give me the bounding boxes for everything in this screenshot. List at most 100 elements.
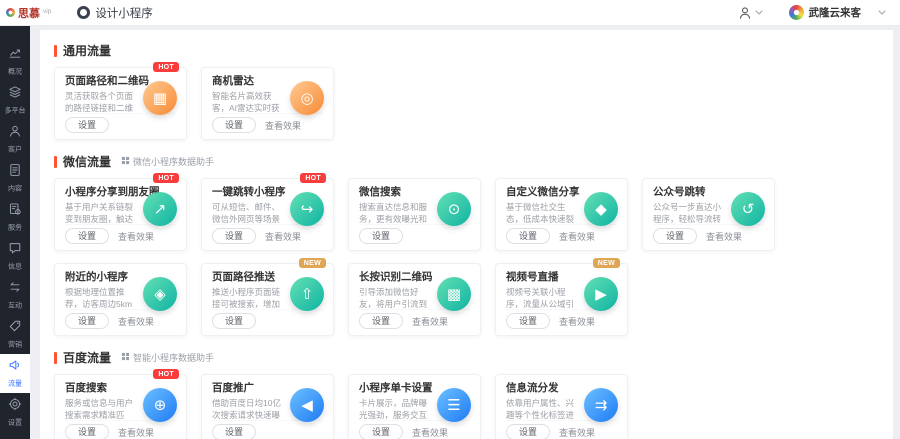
- settings-button[interactable]: 设置: [65, 117, 109, 133]
- card-actions: 设置查看效果: [359, 309, 470, 329]
- settings-button[interactable]: 设置: [65, 424, 109, 439]
- sidebar-item-traffic[interactable]: 流量: [0, 354, 30, 393]
- view-effect-link[interactable]: 查看效果: [118, 426, 154, 439]
- card-description: 借助百度日均10亿次搜索请求快速曝光和获客: [212, 397, 285, 420]
- settings-button[interactable]: 设置: [653, 228, 697, 244]
- section-accent-bar: [54, 156, 57, 168]
- chart-overview-icon: [8, 46, 22, 65]
- card-actions: 设置: [65, 113, 176, 133]
- settings-button[interactable]: 设置: [212, 228, 256, 244]
- section-general: 通用流量HOT页面路径和二维码灵活获取各个页面的路径链接和二维码▦设置商机雷达智…: [54, 42, 893, 140]
- sidebar-item-settings[interactable]: 设置: [0, 393, 30, 432]
- card-description: 依靠用户属性、兴趣等个性化标签进行精准分发: [506, 397, 579, 420]
- settings-button[interactable]: 设置: [212, 424, 256, 439]
- card-description: 服务或信息与用户搜索需求精准匹配，深度转化用户: [65, 397, 138, 420]
- top-bar: 思慕 vip 设计小程序 武隆云来客: [0, 0, 900, 26]
- account-name: 武隆云来客: [809, 5, 862, 20]
- settings-button[interactable]: 设置: [212, 313, 256, 329]
- card-grid: HOT小程序分享到朋友圈基于用户关系链裂变到朋友圈，触达更多更广客户↗设置查看效…: [54, 178, 784, 336]
- section-wechat: 微信流量微信小程序数据助手 HOT小程序分享到朋友圈基于用户关系链裂变到朋友圈，触…: [54, 153, 893, 336]
- settings-button[interactable]: 设置: [65, 228, 109, 244]
- view-effect-link[interactable]: 查看效果: [559, 426, 595, 439]
- user-menu[interactable]: [738, 6, 763, 20]
- card-description: 推送小程序页面链接可被搜索，增加收录与曝光机会: [212, 286, 285, 309]
- view-effect-link[interactable]: 查看效果: [559, 230, 595, 243]
- icon-glyph: ⊕: [154, 396, 167, 414]
- feature-card-baidu-search: HOT百度搜索服务或信息与用户搜索需求精准匹配，深度转化用户⊕设置查看效果: [54, 374, 187, 439]
- data-assistant-link[interactable]: 智能小程序数据助手: [121, 351, 214, 364]
- sidebar-item-platforms[interactable]: 多平台: [0, 81, 30, 120]
- view-effect-link[interactable]: 查看效果: [265, 119, 301, 132]
- card-actions: 设置: [212, 420, 323, 439]
- card-actions: 设置查看效果: [506, 309, 617, 329]
- view-effect-link[interactable]: 查看效果: [118, 315, 154, 328]
- view-effect-link[interactable]: 查看效果: [265, 230, 301, 243]
- section-accent-bar: [54, 352, 57, 364]
- view-effect-link[interactable]: 查看效果: [118, 230, 154, 243]
- sidebar-item-customers[interactable]: 客户: [0, 120, 30, 159]
- card-description: 引导添加微信好友，将用户引流到私域中: [359, 286, 432, 309]
- layers-icon: [8, 85, 22, 104]
- badge-hot: HOT: [153, 62, 179, 72]
- sidebar-item-services[interactable]: 服务: [0, 198, 30, 237]
- sidebar-item-label: 内容: [8, 184, 22, 194]
- content-area: 通用流量HOT页面路径和二维码灵活获取各个页面的路径链接和二维码▦设置商机雷达智…: [30, 26, 900, 439]
- swap-arrows-icon: [8, 280, 22, 299]
- feature-card-business-radar: 商机雷达智能名片高效获客，AI雷达实时获取访客行为轨迹◎设置查看效果: [201, 67, 334, 140]
- feed-distribution-icon: ⇉: [584, 388, 618, 422]
- radar-trophy-icon: ◎: [290, 81, 324, 115]
- data-assistant-link[interactable]: 微信小程序数据助手: [121, 155, 214, 168]
- icon-glyph: ⊙: [448, 200, 461, 218]
- customer-icon: [8, 124, 22, 143]
- sidebar-item-interaction[interactable]: 互动: [0, 276, 30, 315]
- card-actions: 设置: [359, 224, 470, 244]
- settings-button[interactable]: 设置: [359, 228, 403, 244]
- card-description: 公众号一步直达小程序，轻松导流转化: [653, 201, 726, 224]
- view-effect-link[interactable]: 查看效果: [412, 315, 448, 328]
- app-switcher[interactable]: 设计小程序: [77, 5, 153, 21]
- settings-button[interactable]: 设置: [506, 313, 550, 329]
- settings-button[interactable]: 设置: [506, 424, 550, 439]
- brand-logo[interactable]: 思慕 vip: [0, 5, 51, 21]
- settings-button[interactable]: 设置: [506, 228, 550, 244]
- view-effect-link[interactable]: 查看效果: [706, 230, 742, 243]
- settings-button[interactable]: 设置: [359, 424, 403, 439]
- qr-scan-icon: ▩: [437, 277, 471, 311]
- person-icon: [738, 6, 752, 20]
- settings-button[interactable]: 设置: [359, 313, 403, 329]
- section-header: 通用流量: [54, 42, 893, 59]
- brand-suffix: vip: [43, 8, 51, 15]
- sidebar-item-overview[interactable]: 概况: [0, 42, 30, 81]
- section-title: 微信流量: [63, 153, 111, 170]
- icon-glyph: ↪: [301, 200, 314, 218]
- badge-hot: HOT: [300, 173, 326, 183]
- view-effect-link[interactable]: 查看效果: [412, 426, 448, 439]
- account-menu[interactable]: 武隆云来客: [789, 5, 887, 20]
- badge-hot: HOT: [153, 173, 179, 183]
- sidebar-item-label: 营销: [8, 340, 22, 350]
- chevron-down-icon: [755, 10, 763, 15]
- app-title: 设计小程序: [95, 5, 153, 21]
- chevron-down-icon: [878, 10, 886, 15]
- settings-button[interactable]: 设置: [65, 313, 109, 329]
- account-logo-icon: [789, 5, 804, 20]
- icon-glyph: ☰: [447, 396, 460, 414]
- feature-card-share-moments: HOT小程序分享到朋友圈基于用户关系链裂变到朋友圈，触达更多更广客户↗设置查看效…: [54, 178, 187, 251]
- card-actions: 设置查看效果: [506, 224, 617, 244]
- main-layout: 概况多平台客户内容服务信息互动营销流量设置 通用流量HOT页面路径和二维码灵活获…: [0, 26, 900, 439]
- sidebar-item-messages[interactable]: 信息: [0, 237, 30, 276]
- feature-card-video-live: NEW视频号直播视频号关联小程序，流量从公域引导至私域▶设置查看效果: [495, 263, 628, 336]
- card-description: 灵活获取各个页面的路径链接和二维码: [65, 90, 138, 113]
- settings-button[interactable]: 设置: [212, 117, 256, 133]
- wechat-share-icon: ◆: [584, 192, 618, 226]
- message-icon: [8, 241, 22, 260]
- sidebar-item-content[interactable]: 内容: [0, 159, 30, 198]
- tag-icon: [8, 319, 22, 338]
- search-doc-icon: ⊙: [437, 192, 471, 226]
- card-description: 智能名片高效获客，AI雷达实时获取访客行为轨迹: [212, 90, 285, 113]
- sidebar-item-marketing[interactable]: 营销: [0, 315, 30, 354]
- icon-glyph: ⇉: [595, 396, 608, 414]
- section-accent-bar: [54, 45, 57, 57]
- view-effect-link[interactable]: 查看效果: [559, 315, 595, 328]
- feature-card-baidu-promotion: 百度推广借助百度日均10亿次搜索请求快速曝光和获客◀设置: [201, 374, 334, 439]
